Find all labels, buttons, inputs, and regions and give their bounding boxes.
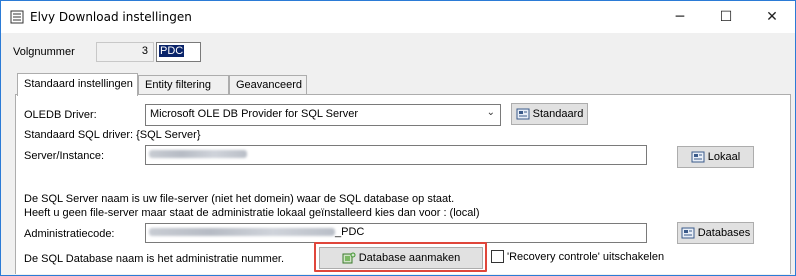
chevron-down-icon: ⌄	[486, 107, 495, 118]
lokaal-button[interactable]: Lokaal	[677, 146, 754, 168]
server-instance-label: Server/Instance:	[24, 150, 105, 162]
minimize-button[interactable]: ─	[657, 1, 703, 33]
standaard-button[interactable]: Standaard	[511, 103, 588, 125]
standaard-button-label: Standaard	[532, 108, 584, 120]
server-instance-input[interactable]	[145, 145, 647, 165]
database-aanmaken-label: Database aanmaken	[358, 252, 461, 264]
title-bar: Elvy Download instellingen ─ ☐ ✕	[1, 1, 795, 33]
suffix-input[interactable]: PDC	[156, 42, 201, 62]
oledb-driver-select[interactable]: Microsoft OLE DB Provider for SQL Server…	[145, 104, 501, 126]
recovery-controle-label: 'Recovery controle' uitschakelen	[507, 251, 665, 263]
suffix-value: PDC	[159, 45, 185, 57]
admincode-input[interactable]: _PDC	[145, 223, 647, 243]
window-title: Elvy Download instellingen	[30, 10, 192, 24]
volgnummer-field: 3	[96, 42, 154, 62]
redacted-server-name	[149, 150, 247, 159]
databases-button[interactable]: Databases	[677, 222, 754, 244]
info-text-line-1: De SQL Server naam is uw file-server (ni…	[24, 193, 455, 205]
lokaal-button-label: Lokaal	[707, 151, 741, 163]
local-computer-icon	[691, 151, 705, 163]
admincode-label: Administratiecode:	[24, 228, 115, 240]
volgnummer-label: Volgnummer	[13, 46, 75, 58]
tab-geavanceerd[interactable]: Geavanceerd	[229, 75, 307, 95]
close-button[interactable]: ✕	[749, 1, 795, 33]
tab-entity-filtering[interactable]: Entity filtering	[138, 75, 229, 95]
info-text-line-2: Heeft u geen file-server maar staat de a…	[24, 207, 480, 219]
maximize-button[interactable]: ☐	[703, 1, 749, 33]
oledb-label: OLEDB Driver:	[24, 109, 97, 121]
recovery-controle-checkbox[interactable]	[491, 250, 504, 263]
create-database-icon	[342, 252, 356, 264]
database-aanmaken-button[interactable]: Database aanmaken	[319, 247, 483, 269]
admincode-suffix: _PDC	[335, 226, 365, 238]
app-form-icon	[10, 10, 24, 24]
tab-standaard-instellingen[interactable]: Standaard instellingen	[17, 73, 138, 96]
sql-driver-text: Standaard SQL driver: {SQL Server}	[24, 129, 201, 141]
defaults-icon	[516, 108, 530, 120]
redacted-admincode	[149, 228, 335, 237]
database-list-icon	[681, 227, 695, 239]
databases-button-label: Databases	[697, 227, 751, 239]
db-info-text: De SQL Database naam is het administrati…	[24, 253, 285, 265]
oledb-driver-value: Microsoft OLE DB Provider for SQL Server	[150, 108, 359, 120]
settings-window: Elvy Download instellingen ─ ☐ ✕ Volgnum…	[0, 0, 796, 276]
